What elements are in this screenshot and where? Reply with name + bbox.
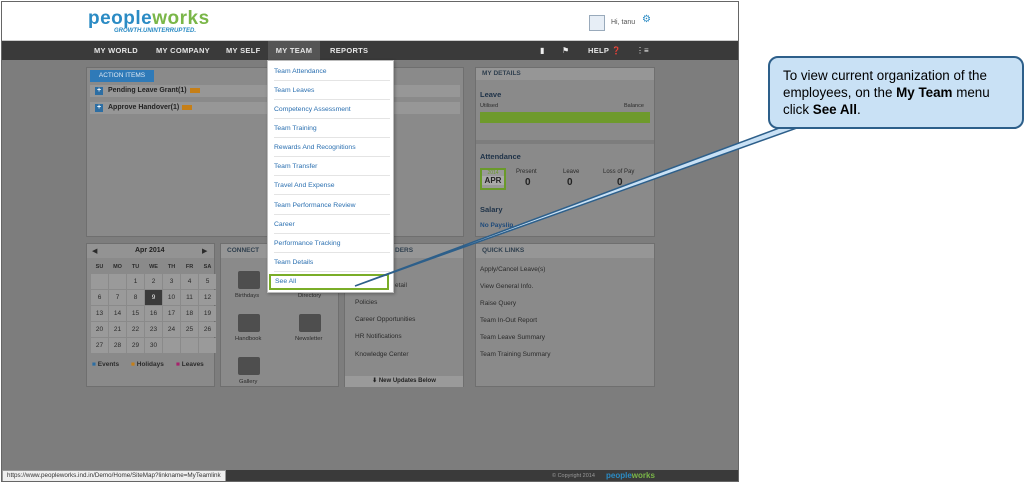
instruction-callout: To view current organization of the empl… xyxy=(768,56,1024,129)
